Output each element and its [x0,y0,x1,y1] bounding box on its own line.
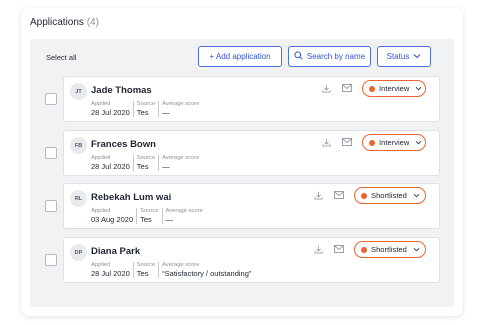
search-icon [294,50,303,63]
status-filter-label: Status [386,52,410,61]
status-label: Shortlisted [371,245,407,254]
status-filter-button[interactable]: Status [377,46,431,67]
average-score-label: Average score [162,262,200,268]
applied-label: Applied [91,155,111,161]
download-icon[interactable] [314,191,323,202]
applied-column: Applied 03 Aug 2020 [91,208,138,224]
status-label: Interview [379,138,410,147]
download-icon[interactable] [322,138,331,149]
source-label: Source [136,101,156,107]
applicant-name[interactable]: Diana Park [91,246,140,257]
select-all-label[interactable]: Select all [46,53,76,62]
applied-date: 28 Jul 2020 [91,108,130,117]
avatar: FB [70,137,87,154]
application-row[interactable]: JT Jade Thomas Applied 28 Jul 2020 Source Tes… [63,76,440,122]
status-dropdown[interactable]: Shortlisted [354,187,426,204]
average-score-value: — [162,108,170,117]
search-by-name-button[interactable]: Search by name [288,46,371,67]
source-column: Source Tes [136,155,160,171]
title-label: Applications [30,17,84,28]
chevron-down-icon [413,245,420,254]
search-by-name-label: Search by name [306,52,366,61]
applications-card: Applications (4) Select all + Add applic… [21,8,463,316]
applied-label: Applied [91,101,111,107]
chevron-down-icon [413,191,420,200]
download-icon[interactable] [322,84,331,95]
applicant-name[interactable]: Rebekah Lum wai [91,192,171,203]
average-score-label: Average score [162,155,200,161]
email-icon[interactable] [334,191,344,201]
application-meta: Applied 03 Aug 2020 Source Tes Average score… [91,208,209,224]
avatar: DP [70,244,87,261]
score-column: Average score “Satisfactory / outstanding… [162,262,254,278]
status-dropdown[interactable]: Shortlisted [354,241,426,258]
source-column: Source Tes [140,208,163,224]
chevron-down-icon [415,84,422,93]
application-row[interactable]: DP Diana Park Applied 28 Jul 2020 Source Tes A… [63,237,440,283]
source-value: Tes [136,162,149,171]
source-value: Tes [136,108,149,117]
application-meta: Applied 28 Jul 2020 Source Tes Average score… [91,262,257,278]
average-score-label: Average score [162,101,200,107]
application-row[interactable]: FB Frances Bown Applied 28 Jul 2020 Source Te… [63,130,440,176]
status-dropdown[interactable]: Interview [362,134,426,151]
applications-count: (4) [86,17,99,28]
score-column: Average score — [162,155,202,171]
applied-column: Applied 28 Jul 2020 [91,101,134,117]
avatar: JT [70,83,87,100]
status-dot-icon [361,246,367,253]
source-column: Source Tes [136,101,160,117]
download-icon[interactable] [314,245,323,256]
status-dot-icon [369,139,375,146]
row-checkbox[interactable] [45,200,57,212]
row-checkbox[interactable] [45,254,57,266]
score-column: Average score — [162,101,202,117]
application-meta: Applied 28 Jul 2020 Source Tes Average score… [91,101,205,117]
applied-date: 03 Aug 2020 [91,215,134,224]
applied-date: 28 Jul 2020 [91,162,130,171]
row-checkbox[interactable] [45,93,57,105]
status-dot-icon [361,192,367,199]
application-meta: Applied 28 Jul 2020 Source Tes Average score… [91,155,205,171]
source-column: Source Tes [136,262,160,278]
email-icon[interactable] [342,138,352,148]
average-score-label: Average score [165,208,203,214]
applicant-name[interactable]: Jade Thomas [91,85,152,96]
applied-label: Applied [91,208,111,214]
avatar: RL [70,190,87,207]
applicant-name[interactable]: Frances Bown [91,139,156,150]
add-application-button[interactable]: + Add application [198,46,282,67]
page-title: Applications (4) [30,17,99,28]
chevron-down-icon [415,138,422,147]
source-value: Tes [140,215,152,224]
applied-column: Applied 28 Jul 2020 [91,262,134,278]
application-row[interactable]: RL Rebekah Lum wai Applied 03 Aug 2020 Sourc… [63,183,440,229]
applied-label: Applied [91,262,111,268]
average-score-value: — [162,162,170,171]
status-dot-icon [369,85,375,92]
source-label: Source [136,155,156,161]
average-score-value: — [165,215,174,224]
source-value: Tes [136,269,149,278]
add-application-label: + Add application [209,52,271,61]
chevron-down-icon [413,52,421,61]
status-label: Interview [379,84,410,93]
score-column: Average score — [166,208,206,224]
source-label: Source [136,262,156,268]
applications-panel: Select all + Add application Search by n… [30,39,454,307]
email-icon[interactable] [342,84,352,94]
toolbar: Select all + Add application Search by n… [30,39,454,71]
source-label: Source [140,208,159,214]
applied-date: 28 Jul 2020 [91,269,130,278]
applied-column: Applied 28 Jul 2020 [91,155,134,171]
average-score-value: “Satisfactory / outstanding” [162,269,252,278]
status-dropdown[interactable]: Interview [362,80,426,97]
email-icon[interactable] [334,245,344,255]
status-label: Shortlisted [371,191,407,200]
row-checkbox[interactable] [45,147,57,159]
